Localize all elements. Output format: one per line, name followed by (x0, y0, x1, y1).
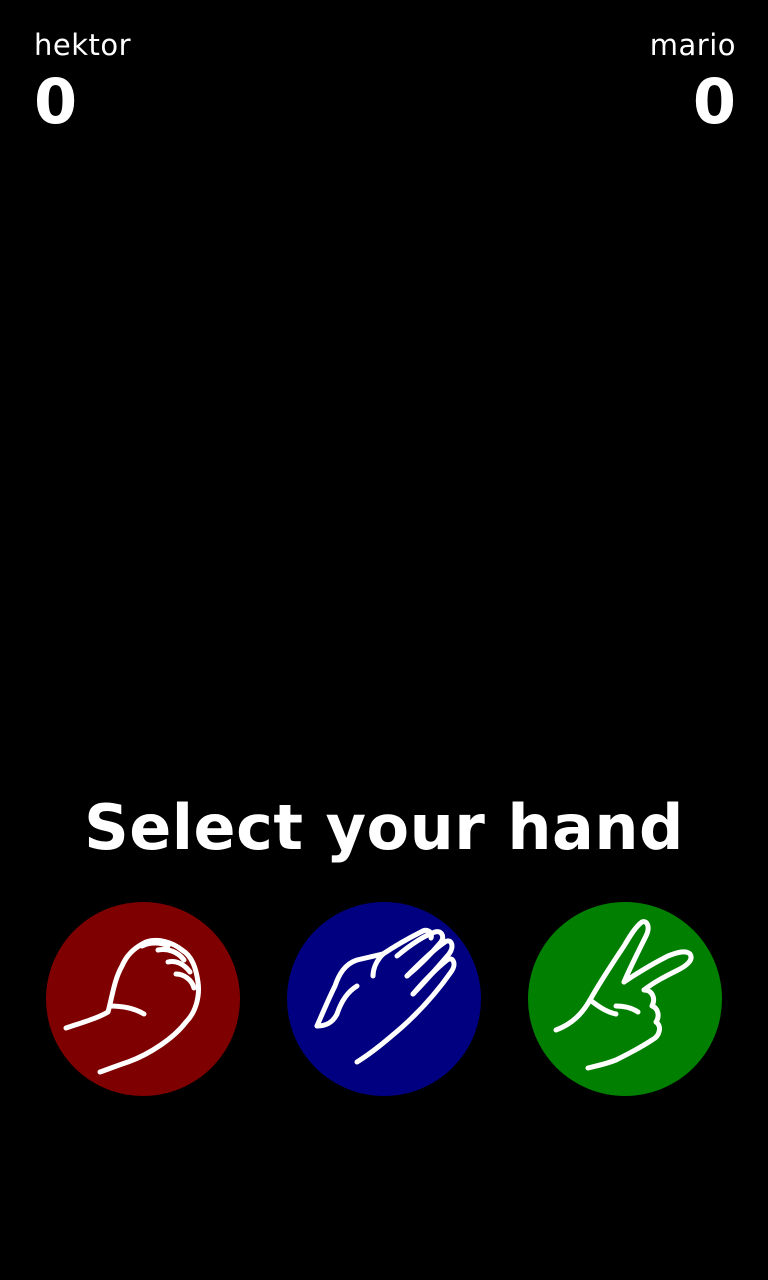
select-hand-prompt: Select your hand (84, 791, 684, 864)
player-right-name: mario (649, 28, 736, 62)
paper-hand-icon (314, 927, 457, 1065)
scissors-button[interactable] (528, 902, 722, 1096)
game-screen: hektor 0 mario 0 Select your hand (0, 0, 768, 1280)
player-right-score: 0 (692, 65, 736, 138)
paper-button[interactable] (287, 902, 481, 1096)
rock-button[interactable] (46, 902, 240, 1096)
player-left-score: 0 (34, 65, 78, 138)
rock-hand-icon (63, 937, 201, 1075)
player-left-panel: hektor 0 (34, 26, 131, 138)
player-right-panel: mario 0 (650, 26, 736, 138)
scissors-hand-icon (553, 919, 694, 1071)
player-left-name: hektor (34, 28, 132, 62)
